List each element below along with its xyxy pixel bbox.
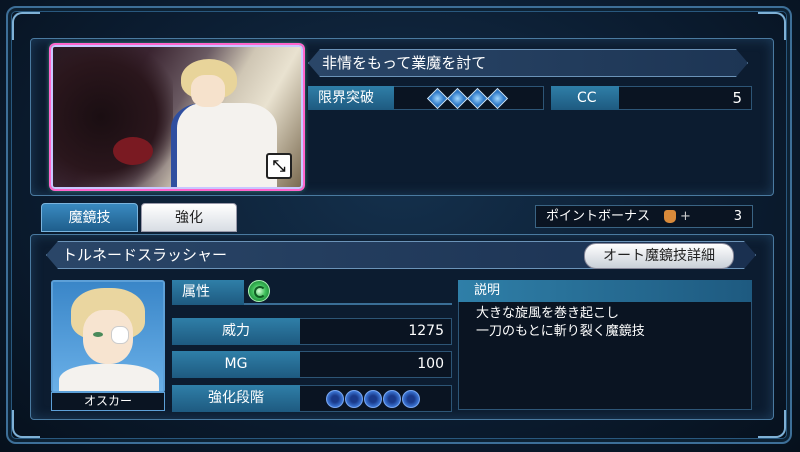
frame-corner [12,12,40,40]
frame-corner [758,12,786,40]
character-portrait[interactable] [51,280,165,393]
enhance-level-dots [326,390,420,408]
tab-enhance[interactable]: 強化 [141,203,237,232]
enhance-dot-icon [402,390,420,408]
cc-value: 5 [732,89,742,107]
auto-skill-detail-button[interactable]: オート魔鏡技詳細 [584,243,734,269]
art-red-detail [113,137,153,165]
limit-break-gem-icon [428,89,446,107]
expand-icon[interactable]: ⤡ [266,153,292,179]
art-shadow-figure [53,47,173,187]
attribute-underline [244,303,452,305]
enhance-dot-icon [383,390,401,408]
mg-value: 100 [417,356,444,372]
art-face [191,75,225,107]
portrait-coat [59,364,159,391]
limit-break-gem-icon [468,89,486,107]
point-bonus-value: 3 [733,209,742,224]
enhance-dot-icon [364,390,382,408]
description-header: 説明 [458,280,752,302]
bag-icon [664,210,676,223]
enhance-label: 強化段階 [172,385,300,412]
wind-icon [248,280,270,302]
portrait-eye [93,332,103,337]
attribute-label: 属性 [172,280,244,305]
skill-name: トルネードスラッシャー [62,246,228,264]
point-bonus-label: ポイントボーナス [546,209,651,224]
limit-break-gem-icon [448,89,466,107]
description-text: 大きな旋風を巻き起こし 一刀のもとに斬り裂く魔鏡技 [476,306,645,339]
limit-break-label: 限界突破 [308,86,394,110]
enhance-dot-icon [326,390,344,408]
cc-label: CC [551,86,619,110]
limit-break-gem-icon [488,89,506,107]
character-name: オスカー [51,392,165,411]
point-bonus: ポイントボーナス + 3 [535,205,753,228]
power-value: 1275 [408,323,444,339]
limit-break-gems [428,89,506,107]
art-coat [171,103,277,187]
portrait-eyepatch [111,326,129,344]
mg-label: MG [172,351,300,378]
tab-skill[interactable]: 魔鏡技 [41,203,138,232]
enhance-dot-icon [345,390,363,408]
power-label: 威力 [172,318,300,345]
point-bonus-plus: + [680,209,691,224]
card-title: 非情をもって業魔を討て [322,54,487,72]
